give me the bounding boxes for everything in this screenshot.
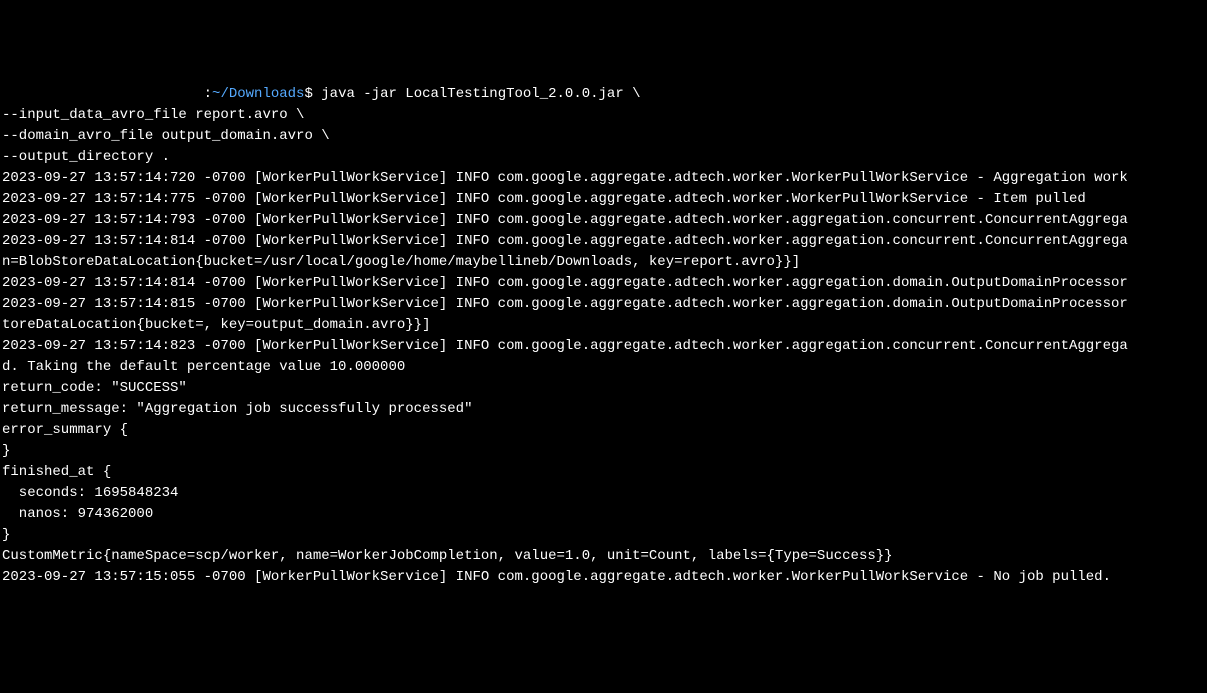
log-line: 2023-09-27 13:57:14:793 -0700 [WorkerPul… <box>2 210 1205 231</box>
log-line: CustomMetric{nameSpace=scp/worker, name=… <box>2 546 1205 567</box>
command-line-3: --domain_avro_file output_domain.avro \ <box>2 126 1205 147</box>
command-line-2: --input_data_avro_file report.avro \ <box>2 105 1205 126</box>
log-line: finished_at { <box>2 462 1205 483</box>
log-line: nanos: 974362000 <box>2 504 1205 525</box>
command-line-4: --output_directory . <box>2 147 1205 168</box>
log-line: } <box>2 441 1205 462</box>
log-line: } <box>2 525 1205 546</box>
log-line: return_code: "SUCCESS" <box>2 378 1205 399</box>
command-text: java -jar LocalTestingTool_2.0.0.jar \ <box>313 86 641 102</box>
log-line: d. Taking the default percentage value 1… <box>2 357 1205 378</box>
log-line: toreDataLocation{bucket=, key=output_dom… <box>2 315 1205 336</box>
log-line: return_message: "Aggregation job success… <box>2 399 1205 420</box>
log-line: 2023-09-27 13:57:14:823 -0700 [WorkerPul… <box>2 336 1205 357</box>
prompt-dollar: $ <box>304 86 312 102</box>
prompt-colon: : <box>204 86 212 102</box>
log-line: 2023-09-27 13:57:14:815 -0700 [WorkerPul… <box>2 294 1205 315</box>
log-line-last: 2023-09-27 13:57:15:055 -0700 [WorkerPul… <box>2 567 1205 588</box>
log-line: 2023-09-27 13:57:14:814 -0700 [WorkerPul… <box>2 231 1205 252</box>
prompt-path: ~/Downloads <box>212 86 304 102</box>
log-line: seconds: 1695848234 <box>2 483 1205 504</box>
prompt-line: :~/Downloads$ java -jar LocalTestingTool… <box>2 84 1205 105</box>
prompt-host <box>2 86 204 102</box>
log-line: 2023-09-27 13:57:14:775 -0700 [WorkerPul… <box>2 189 1205 210</box>
terminal-output[interactable]: :~/Downloads$ java -jar LocalTestingTool… <box>0 84 1207 588</box>
log-line: n=BlobStoreDataLocation{bucket=/usr/loca… <box>2 252 1205 273</box>
log-line: 2023-09-27 13:57:14:720 -0700 [WorkerPul… <box>2 168 1205 189</box>
log-line: error_summary { <box>2 420 1205 441</box>
log-line: 2023-09-27 13:57:14:814 -0700 [WorkerPul… <box>2 273 1205 294</box>
